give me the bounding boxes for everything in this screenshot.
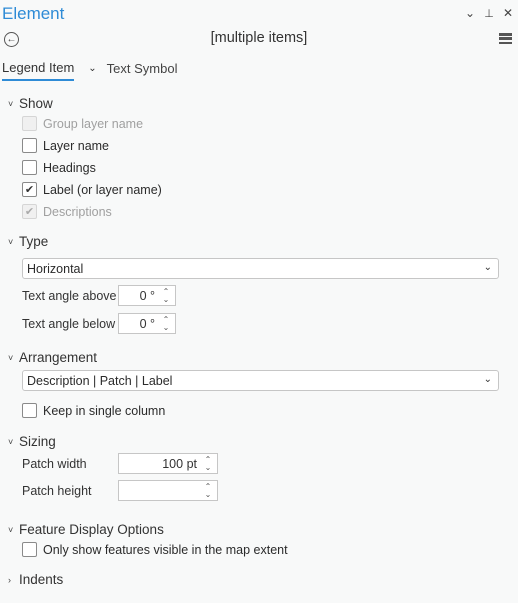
section-feature-display-title: Feature Display Options [19,522,164,537]
hamburger-menu-icon[interactable] [499,33,512,44]
checkbox-label: Only show features visible in the map ex… [43,542,288,557]
tab-bar: Legend Item ⌄ Text Symbol [2,60,177,81]
chevron-down-icon: ˅ [8,524,14,535]
type-select-value: Horizontal [27,261,84,276]
close-icon[interactable]: ✕ [502,6,514,20]
checkbox[interactable] [22,542,37,557]
patch-width-value: 100 pt [162,456,197,471]
checkbox[interactable]: ✔ [22,204,37,219]
section-arrangement-title: Arrangement [19,350,98,365]
section-sizing-header[interactable]: ˅ Sizing [8,434,56,449]
tab-text-symbol[interactable]: Text Symbol [107,61,178,80]
checkbox-descriptions[interactable]: ✔ Descriptions [22,204,112,219]
patch-width-input[interactable]: 100 pt ⌃ ⌄ [118,453,218,474]
section-feature-display-header[interactable]: ˅ Feature Display Options [8,522,164,537]
section-indents-title: Indents [19,572,64,587]
section-type-title: Type [19,234,49,249]
chevron-down-icon: ˅ [8,98,14,109]
section-type-header[interactable]: ˅ Type [8,234,48,249]
patch-height-input[interactable]: ⌃ ⌄ [118,480,218,501]
pin-icon[interactable]: ⊥ [483,7,495,20]
section-indents-header[interactable]: › Indents [8,572,63,587]
section-sizing-title: Sizing [19,434,56,449]
checkbox[interactable] [22,403,37,418]
patch-height-label: Patch height [22,484,92,498]
checkbox-label: Keep in single column [43,403,166,418]
window-controls: ⌄ ⊥ ✕ [464,6,514,20]
text-angle-below-value: 0 ° [139,316,155,331]
checkbox-label: Label (or layer name) [43,182,162,197]
patch-width-label: Patch width [22,457,87,471]
chevron-right-icon: › [8,574,11,585]
checkbox[interactable] [22,116,37,131]
checkbox-label-or-layer-name[interactable]: ✔ Label (or layer name) [22,182,162,197]
text-angle-below-label: Text angle below [22,317,116,331]
spinner-arrows-icon[interactable]: ⌃ ⌄ [161,314,171,333]
checkbox[interactable] [22,160,37,175]
checkbox-group-layer-name[interactable]: Group layer name [22,116,143,131]
arrangement-select-value: Description | Patch | Label [27,373,173,388]
checkbox-label: Layer name [43,138,110,153]
checkbox-visible-in-map-extent[interactable]: Only show features visible in the map ex… [22,542,288,557]
text-angle-above-label: Text angle above [22,289,117,303]
text-angle-below-input[interactable]: 0 ° ⌃ ⌄ [118,313,176,334]
chevron-down-icon: ˅ [8,436,14,447]
pane-title: Element [2,4,65,23]
type-select[interactable]: Horizontal ⌄ [22,258,499,279]
section-show-header[interactable]: ˅ Show [8,96,53,111]
selection-subtitle: [multiple items] [210,30,308,46]
chevron-down-icon: ⌄ [483,374,492,385]
checkbox[interactable] [22,138,37,153]
checkbox-headings[interactable]: Headings [22,160,96,175]
checkbox-label: Headings [43,160,96,175]
section-show-title: Show [19,96,53,111]
arrangement-select[interactable]: Description | Patch | Label ⌄ [22,370,499,391]
chevron-down-icon: ⌄ [483,262,492,273]
tab-legend-item[interactable]: Legend Item [2,60,75,81]
spinner-arrows-icon[interactable]: ⌃ ⌄ [203,454,213,473]
pane-options-dropdown-icon[interactable]: ⌄ [464,6,476,20]
checkbox-label: Descriptions [43,204,112,219]
checkbox-label: Group layer name [43,116,144,131]
checkmark-icon: ✔ [24,206,35,218]
chevron-down-icon: ˅ [8,352,14,363]
text-angle-above-input[interactable]: 0 ° ⌃ ⌄ [118,285,176,306]
checkbox-layer-name[interactable]: Layer name [22,138,109,153]
checkbox[interactable]: ✔ [22,182,37,197]
spinner-arrows-icon[interactable]: ⌃ ⌄ [203,481,213,500]
tab-chevron-down-icon[interactable]: ⌄ [88,63,96,74]
text-angle-above-value: 0 ° [139,288,155,303]
checkmark-icon: ✔ [24,184,35,196]
chevron-down-icon: ˅ [8,236,14,247]
spinner-arrows-icon[interactable]: ⌃ ⌄ [161,286,171,305]
checkbox-keep-single-column[interactable]: Keep in single column [22,403,165,418]
section-arrangement-header[interactable]: ˅ Arrangement [8,350,97,365]
